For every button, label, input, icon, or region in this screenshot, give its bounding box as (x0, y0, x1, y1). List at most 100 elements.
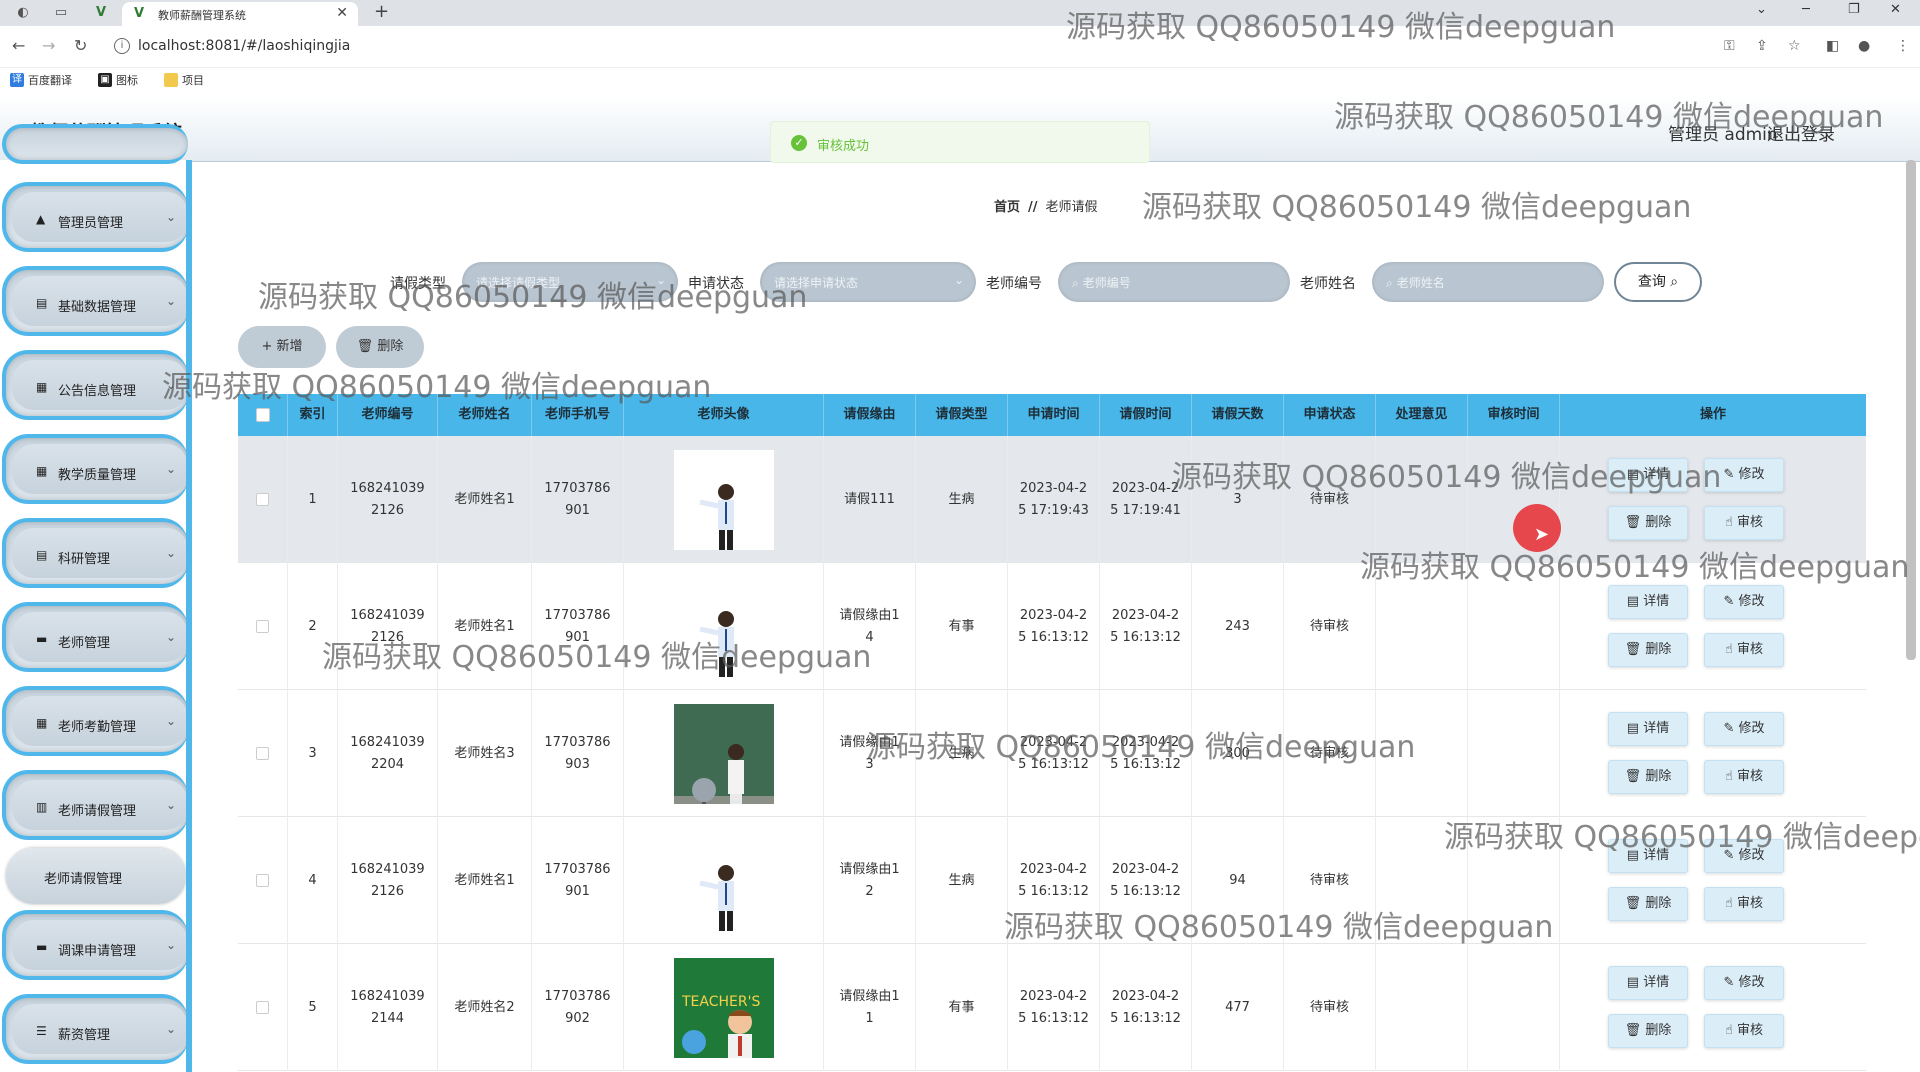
audit-button[interactable]: ☝ 审核 (1704, 633, 1784, 667)
teacher-name-input[interactable]: ⌕ 老师姓名 (1372, 262, 1604, 302)
vue-tab-icon[interactable]: V (92, 4, 110, 22)
row-select-cell[interactable] (238, 944, 288, 1071)
sidebar-item-course-change[interactable]: ▬ 调课申请管理 ⌄ (2, 910, 188, 980)
delete-button[interactable]: 🗑 删除 (1608, 1014, 1688, 1048)
breadcrumb-current: 老师请假 (1045, 200, 1098, 215)
sidebar-item-label: 管理员管理 (58, 216, 124, 231)
site-info-icon[interactable]: i (114, 38, 130, 54)
trash-icon: 🗑 (356, 339, 374, 354)
teacher-no-cell: 168241039 2144 (338, 944, 438, 1071)
row-select-cell[interactable] (238, 563, 288, 690)
sidebar-item-notice[interactable]: ▦ 公告信息管理 ⌄ (2, 350, 188, 420)
browser-more-icon[interactable]: ⋮ (1896, 38, 1910, 54)
teacher-avatar[interactable]: TEACHER'S (673, 957, 774, 1058)
edit-button[interactable]: ✎ 修改 (1704, 966, 1784, 1000)
detail-button[interactable]: ▤ 详情 (1608, 585, 1688, 619)
row-select-cell[interactable] (238, 690, 288, 817)
delete-button[interactable]: 🗑 删除 (1608, 887, 1688, 921)
delete-button[interactable]: 🗑 删除 (1608, 760, 1688, 794)
sidebar-item-salary[interactable]: ☰ 薪资管理 ⌄ (2, 994, 188, 1064)
delete-button[interactable]: 🗑 删除 (1608, 506, 1688, 540)
edit-button[interactable]: ✎ 修改 (1704, 585, 1784, 619)
restore-icon[interactable]: ❐ (1848, 2, 1860, 17)
detail-button[interactable]: ▤ 详情 (1608, 966, 1688, 1000)
share-icon[interactable]: ⇪ (1756, 38, 1768, 54)
select-all-checkbox[interactable] (256, 408, 270, 422)
table-row[interactable]: 5 168241039 2144 老师姓名2 17703786 902 TEAC… (238, 944, 1866, 1071)
url-field[interactable]: localhost:8081/#/laoshiqingjia (138, 38, 350, 54)
sidebar-item-leave[interactable]: ▥ 老师请假管理 ⌄ (2, 770, 188, 840)
search-icon: ⌕ (1670, 274, 1679, 290)
teacher-no-cell: 168241039 2126 (338, 436, 438, 563)
sidebar-item-teacher[interactable]: ▬ 老师管理 ⌄ (2, 602, 188, 672)
row-checkbox[interactable] (256, 493, 269, 506)
audit-label: 审核 (1737, 896, 1764, 911)
row-checkbox[interactable] (256, 747, 269, 760)
monitor-icon: ▬ (36, 632, 48, 646)
row-select-cell[interactable] (238, 817, 288, 944)
close-window-icon[interactable]: ✕ (1890, 2, 1901, 17)
apply-time-cell: 2023-04-2 5 16:13:12 (1008, 563, 1100, 690)
sidebar-item-attendance[interactable]: ▦ 老师考勤管理 ⌄ (2, 686, 188, 756)
apply-time-cell: 2023-04-2 5 16:13:12 (1008, 944, 1100, 1071)
row-checkbox[interactable] (256, 620, 269, 633)
chevron-down-icon: ⌄ (165, 546, 176, 560)
sidebar-item-label: 教学质量管理 (58, 468, 137, 483)
pencil-icon: ✎ (1723, 721, 1735, 736)
bookmark-baidu-translate[interactable]: 译 百度翻译 (10, 72, 72, 88)
tab-search-icon[interactable]: ⌄ (1756, 2, 1767, 17)
breadcrumb-home[interactable]: 首页 (994, 200, 1020, 215)
grid-icon: ▦ (36, 380, 48, 394)
sidebar-item-basic-data[interactable]: ▤ 基础数据管理 ⌄ (2, 266, 188, 336)
sidebar-item-label: 薪资管理 (58, 1028, 111, 1043)
row-select-cell[interactable] (238, 436, 288, 563)
trash-icon: 🗑 (1624, 642, 1642, 657)
browser-menu-icon[interactable]: ◐ (14, 4, 32, 22)
edit-button[interactable]: ✎ 修改 (1704, 712, 1784, 746)
sidepanel-icon[interactable]: ◧ (1826, 38, 1839, 54)
teacher-avatar[interactable] (673, 703, 774, 804)
header-cell: 申请时间 (1008, 394, 1100, 436)
delete-button[interactable]: 🗑 删除 (1608, 633, 1688, 667)
bookmark-icons[interactable]: ▣ 图标 (98, 72, 138, 88)
ops-cell: ▤ 详情 ✎ 修改 🗑 删除 ☝ 审核 (1560, 944, 1866, 1071)
sidebar-item-label: 基础数据管理 (58, 300, 137, 315)
audit-button[interactable]: ☝ 审核 (1704, 760, 1784, 794)
bookmark-star-icon[interactable]: ☆ (1788, 38, 1801, 54)
breadcrumb-separator: // (1028, 200, 1038, 215)
trash-icon: 🗑 (1624, 896, 1642, 911)
watermark-text: 源码获取 QQ86050149 微信deepguan (162, 370, 712, 405)
trash-icon: 🗑 (1624, 1023, 1642, 1038)
forward-icon[interactable]: → (42, 36, 55, 55)
query-button[interactable]: 查询 ⌕ (1614, 262, 1702, 302)
minimize-icon[interactable]: ─ (1802, 2, 1810, 17)
back-icon[interactable]: ← (12, 36, 25, 55)
row-checkbox[interactable] (256, 1001, 269, 1014)
teacher-avatar[interactable] (673, 830, 774, 931)
trash-icon: 🗑 (1624, 515, 1642, 530)
close-tab-icon[interactable]: ✕ (336, 5, 348, 21)
edit-label: 修改 (1738, 594, 1765, 609)
browser-tab-active[interactable]: V 教师薪酬管理系统 ✕ (122, 2, 358, 26)
teacher-avatar[interactable] (673, 449, 774, 550)
row-checkbox[interactable] (256, 874, 269, 887)
header-cell: 处理意见 (1376, 394, 1468, 436)
bookmark-project[interactable]: 项目 (164, 72, 204, 88)
detail-button[interactable]: ▤ 详情 (1608, 712, 1688, 746)
audit-button[interactable]: ☝ 审核 (1704, 506, 1784, 540)
tab-strip-icon[interactable]: ▭ (52, 4, 70, 22)
check-circle-icon: ✓ (791, 135, 807, 151)
sidebar-item-research[interactable]: ▤ 科研管理 ⌄ (2, 518, 188, 588)
sidebar-item-admin[interactable]: ▲ 管理员管理 ⌄ (2, 182, 188, 252)
teacher-no-input[interactable]: ⌕ 老师编号 (1058, 262, 1290, 302)
reload-icon[interactable]: ↻ (74, 36, 87, 55)
audit-button[interactable]: ☝ 审核 (1704, 1014, 1784, 1048)
bookmark-label: 项目 (182, 74, 204, 87)
profile-icon[interactable]: ● (1858, 38, 1870, 54)
sidebar-item-teaching-quality[interactable]: ▦ 教学质量管理 ⌄ (2, 434, 188, 504)
teacher-name-cell: 老师姓名3 (438, 690, 532, 817)
audit-button[interactable]: ☝ 审核 (1704, 887, 1784, 921)
key-icon[interactable]: ⚿ (1724, 38, 1735, 54)
sidebar-subitem-leave-manage[interactable]: 老师请假管理 (6, 848, 186, 904)
new-tab-icon[interactable]: + (374, 1, 389, 22)
